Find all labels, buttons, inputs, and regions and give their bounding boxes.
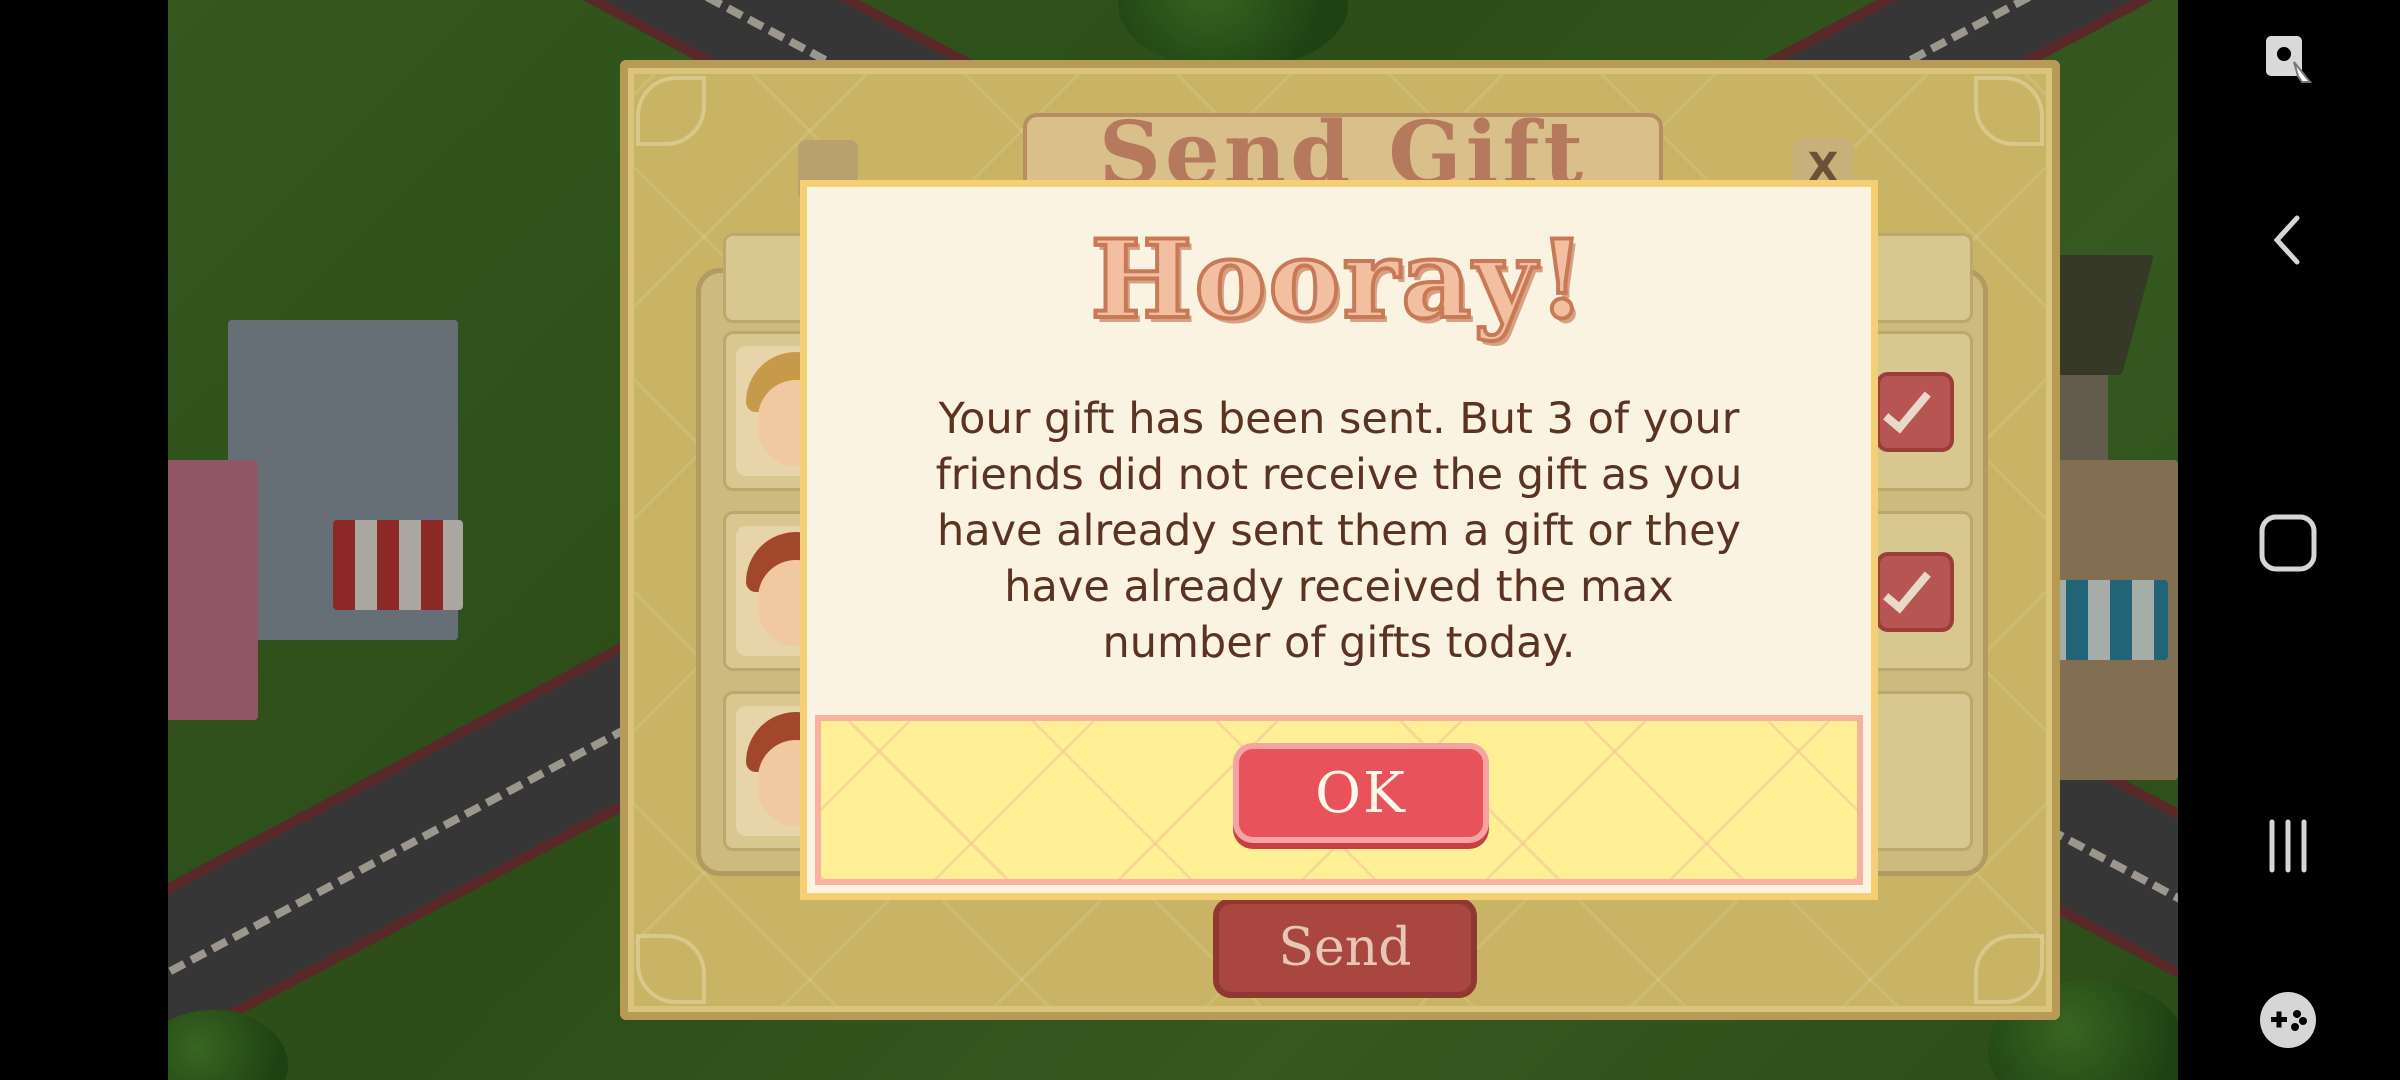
dialog-footer: OK <box>815 715 1863 885</box>
corner-ornament <box>636 76 706 146</box>
corner-ornament <box>1974 934 2044 1004</box>
checkmark-icon <box>1883 562 1931 614</box>
back-icon <box>2273 215 2300 265</box>
home-button[interactable] <box>2218 483 2358 603</box>
hooray-dialog: Hooray! Your gift has been sent. But 3 o… <box>800 180 1878 900</box>
game-viewport[interactable]: Send Gift X Send Hooray! Your gift has b… <box>168 0 2178 1080</box>
recents-icon <box>2269 819 2307 873</box>
corner-ornament <box>636 934 706 1004</box>
back-button[interactable] <box>2218 180 2358 300</box>
friend-checkbox[interactable] <box>1876 552 1954 632</box>
dialog-message: Your gift has been sent. But 3 of your f… <box>935 394 1743 668</box>
recents-button[interactable] <box>2218 786 2358 906</box>
game-tools-button[interactable] <box>2218 960 2358 1080</box>
screen-capture-button[interactable] <box>2218 0 2358 120</box>
corner-ornament <box>1974 76 2044 146</box>
game-tools-icon <box>2260 992 2316 1048</box>
system-nav-bar <box>2178 0 2400 1080</box>
dialog-title: Hooray! <box>1088 215 1588 345</box>
send-button[interactable]: Send <box>1213 898 1477 998</box>
checkmark-icon <box>1883 382 1931 434</box>
ok-button[interactable]: OK <box>1233 743 1489 843</box>
screen-capture-icon <box>2266 36 2313 83</box>
friend-checkbox[interactable] <box>1876 372 1954 452</box>
home-icon <box>2259 514 2317 572</box>
